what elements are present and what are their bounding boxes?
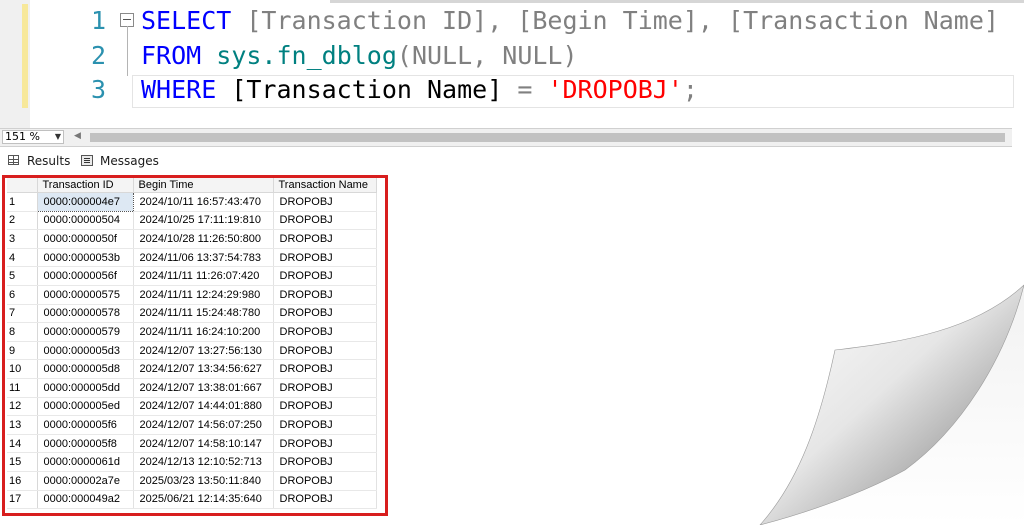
editor-top-border	[330, 0, 1024, 3]
code-line-1[interactable]: 1 SELECT [Transaction ID], [Begin Time],…	[0, 4, 1024, 76]
line-number: 2	[90, 41, 106, 70]
chevron-down-icon: ▼	[54, 132, 61, 141]
query-editor[interactable]: 1 SELECT [Transaction ID], [Begin Time],…	[0, 0, 1024, 128]
line-number: 3	[90, 75, 106, 104]
zoom-bar: 151 % ▼ ◀	[0, 128, 1012, 147]
code-text: SELECT [Transaction ID], [Begin Time], […	[141, 6, 999, 35]
result-tabs: Results Messages	[0, 147, 1012, 174]
zoom-level: 151 %	[5, 130, 40, 143]
code-text: FROM sys.fn_dblog(NULL, NULL)	[141, 41, 578, 70]
messages-icon	[81, 155, 93, 166]
page-sheet: 1 SELECT [Transaction ID], [Begin Time],…	[0, 0, 1024, 525]
horizontal-scrollbar[interactable]	[90, 133, 1005, 142]
collapse-toggle-icon[interactable]	[120, 13, 134, 27]
tab-messages-label: Messages	[100, 154, 159, 168]
highlight-box	[2, 175, 388, 516]
code-text: WHERE [Transaction Name] = 'DROPOBJ';	[141, 75, 698, 104]
zoom-dropdown[interactable]: 151 % ▼	[2, 130, 64, 144]
code-line-2[interactable]: 2 FROM sys.fn_dblog(NULL, NULL)	[0, 39, 1024, 73]
tab-results-label: Results	[27, 154, 71, 168]
scroll-left-icon[interactable]: ◀	[74, 131, 81, 141]
code-line-3[interactable]: 3 WHERE [Transaction Name] = 'DROPOBJ';	[0, 73, 1024, 107]
grid-icon	[8, 155, 19, 165]
line-number: 1	[90, 6, 106, 35]
results-pane: Transaction ID Begin Time Transaction Na…	[0, 174, 1012, 525]
screenshot-stage: 1 SELECT [Transaction ID], [Begin Time],…	[0, 0, 1024, 525]
